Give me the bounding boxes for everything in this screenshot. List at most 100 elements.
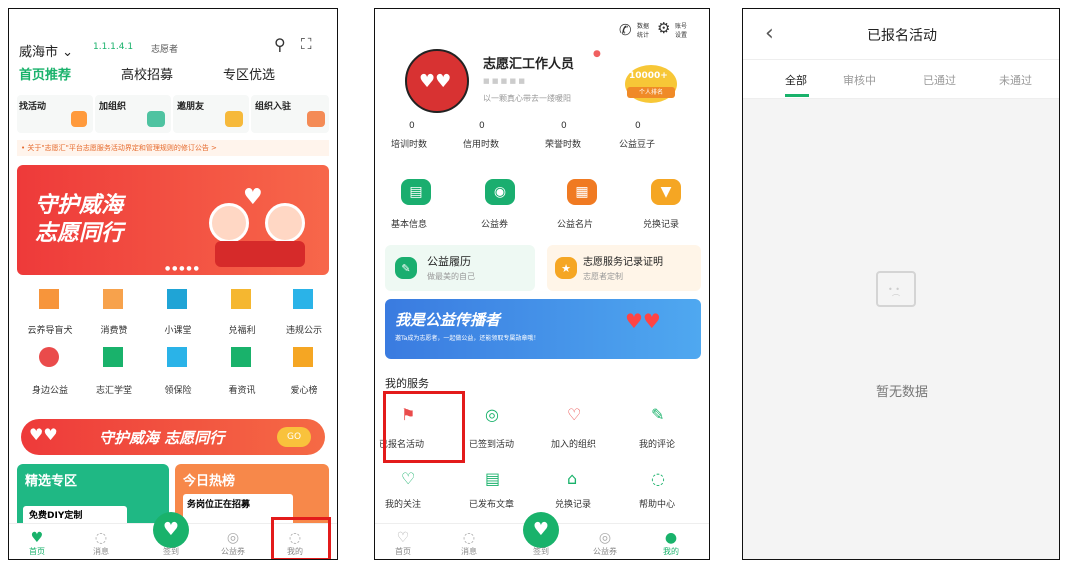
rank-icon[interactable]: [293, 347, 313, 367]
grid-label[interactable]: 小课堂: [153, 323, 203, 336]
promo-sub: 邀Ta成为志愿者，一起做公益，还能领取专属勋章哦！: [395, 335, 540, 342]
video-icon[interactable]: [167, 289, 187, 309]
stat-label[interactable]: 公益豆子: [619, 137, 655, 150]
news-icon[interactable]: [231, 347, 251, 367]
certificate-title: 志愿服务记录证明: [583, 257, 663, 268]
search-icon[interactable]: ⚲: [274, 35, 286, 54]
tab-all[interactable]: 全部: [785, 72, 807, 88]
tab-rejected[interactable]: 未通过: [999, 72, 1032, 88]
building-icon: [307, 111, 325, 127]
stat-value: 0: [635, 121, 641, 131]
home-screen: 威海市 ⌄ 1.1.1.4.1 志愿者 ⚲ ⛶ 首页推荐 高校招募 专区优选 找…: [8, 8, 338, 560]
promo-banner[interactable]: 我是公益传播者 邀Ta成为志愿者，一起做公益，还能领取专属勋章哦！ ♥♥: [385, 299, 701, 359]
nav-signin[interactable]: 签到: [151, 546, 191, 557]
heart-icon[interactable]: ♡: [567, 405, 581, 424]
grid-label[interactable]: 违规公示: [279, 323, 329, 336]
signin-heart-icon[interactable]: ♥: [523, 512, 559, 548]
featured-zone-title: 精选专区: [25, 474, 78, 489]
certificate-card[interactable]: ★ 志愿服务记录证明 志愿者定制: [547, 245, 701, 291]
dog-icon[interactable]: [39, 289, 59, 309]
service-label[interactable]: 帮助中心: [639, 497, 675, 510]
secondary-banner[interactable]: ♥♥ 守护威海 志愿同行 GO: [21, 419, 325, 455]
nav-mine[interactable]: ● 我的: [651, 530, 691, 557]
nav-coupon[interactable]: ◎ 公益券: [585, 530, 625, 557]
quick-join-org[interactable]: 加组织: [95, 95, 171, 133]
help-icon[interactable]: ◌: [651, 469, 665, 488]
rank-badge[interactable]: 10000+ 个人排名: [625, 65, 677, 103]
service-label[interactable]: 我的评论: [639, 437, 675, 450]
id-card-icon[interactable]: ▤: [401, 179, 431, 205]
nav-coupon[interactable]: ◎ 公益券: [213, 530, 253, 557]
nav-signin[interactable]: 签到: [521, 546, 561, 557]
account-settings-label[interactable]: 账号 设置: [675, 21, 695, 39]
tab-reviewing[interactable]: 审核中: [843, 72, 876, 88]
tab-college[interactable]: 高校招募: [121, 64, 173, 83]
grid-label[interactable]: 爱心榜: [279, 383, 329, 396]
data-stats-label[interactable]: 数据 统计: [637, 21, 657, 39]
nav-home[interactable]: ♥ 首页: [17, 530, 57, 557]
article-icon[interactable]: ▤: [485, 469, 500, 488]
grid-label[interactable]: 看资讯: [217, 383, 267, 396]
nav-message[interactable]: ◌ 消息: [449, 530, 489, 557]
heart-outline-icon[interactable]: ♡: [401, 469, 415, 488]
search-icon: [71, 111, 87, 127]
tool-label[interactable]: 基本信息: [391, 217, 427, 230]
avatar[interactable]: ♥♥: [405, 49, 469, 113]
bottom-nav: ♡ 首页 ◌ 消息 ♥ 签到 ◎ 公益券 ● 我的: [375, 512, 709, 559]
tool-label[interactable]: 公益名片: [557, 217, 593, 230]
resume-icon: ✎: [395, 257, 417, 279]
stat-label[interactable]: 信用时数: [463, 137, 499, 150]
grid-label[interactable]: 兑福利: [217, 323, 267, 336]
stat-label[interactable]: 荣誉时数: [545, 137, 581, 150]
grid-label[interactable]: 云养导盲犬: [25, 323, 75, 336]
service-label[interactable]: 我的关注: [385, 497, 421, 510]
notice-icon[interactable]: [293, 289, 313, 309]
grid-label[interactable]: 领保险: [153, 383, 203, 396]
tool-label[interactable]: 兑换记录: [643, 217, 679, 230]
profile-screen: ✆ 数据 统计 ⚙ 账号 设置 ♥♥ 志愿汇工作人员 ● ■ ■ ■ ■ ■ 以…: [374, 8, 710, 560]
main-banner[interactable]: 守护威海 志愿同行 ♥ ● ● ● ● ●: [17, 165, 329, 275]
location-icon[interactable]: ◎: [485, 405, 499, 424]
scan-icon[interactable]: ⛶: [301, 35, 312, 53]
empty-list-area: • • ⌒ 暂无数据: [743, 99, 1059, 559]
gift-icon[interactable]: [231, 289, 251, 309]
settings-icon[interactable]: ⚙: [657, 19, 670, 37]
service-label[interactable]: 兑换记录: [555, 497, 591, 510]
mascot-icon: ♥♥: [29, 425, 58, 444]
gift-icon[interactable]: ⌂: [567, 469, 577, 488]
notice-bar[interactable]: • 关于"志愿汇"平台志愿服务活动界定和管理规则的修订公告 >: [17, 140, 329, 156]
grid-label[interactable]: 身边公益: [25, 383, 75, 396]
heart-icon[interactable]: [39, 347, 59, 367]
chevron-down-icon: ⌄: [62, 45, 74, 60]
volunteer-mascot-icon: ♥: [205, 185, 315, 267]
service-label[interactable]: 已发布文章: [469, 497, 514, 510]
cart-icon[interactable]: ▼: [651, 179, 681, 205]
tab-home-recommend[interactable]: 首页推荐: [19, 64, 71, 83]
nav-home[interactable]: ♡ 首页: [383, 530, 423, 557]
resume-card[interactable]: ✎ 公益履历 做最美的自己: [385, 245, 535, 291]
shield-icon[interactable]: [167, 347, 187, 367]
service-label[interactable]: 已签到活动: [469, 437, 514, 450]
go-button[interactable]: GO: [277, 427, 311, 447]
grid-label[interactable]: 志汇学堂: [89, 383, 139, 396]
carousel-dots[interactable]: ● ● ● ● ●: [165, 265, 199, 272]
quick-find-activity[interactable]: 找活动: [17, 95, 93, 133]
stat-label[interactable]: 培训时数: [391, 137, 427, 150]
card-icon[interactable]: ▦: [567, 179, 597, 205]
tab-approved[interactable]: 已通过: [923, 72, 956, 88]
tab-special[interactable]: 专区优选: [223, 64, 275, 83]
edit-icon[interactable]: ✎: [651, 405, 664, 424]
phone-icon[interactable]: ✆: [619, 21, 632, 39]
quick-invite[interactable]: 邀朋友: [173, 95, 249, 133]
tool-label[interactable]: 公益券: [481, 217, 508, 230]
service-label[interactable]: 加入的组织: [551, 437, 596, 450]
signin-heart-icon[interactable]: ♥: [153, 512, 189, 548]
camera-icon[interactable]: ◉: [485, 179, 515, 205]
nav-message[interactable]: ◌ 消息: [81, 530, 121, 557]
grid-label[interactable]: 消费赞: [89, 323, 139, 336]
thumb-icon[interactable]: [103, 289, 123, 309]
school-icon[interactable]: [103, 347, 123, 367]
quick-org-join[interactable]: 组织入驻: [251, 95, 329, 133]
city-selector[interactable]: 威海市 ⌄: [19, 41, 73, 60]
stars-placeholder: ■ ■ ■ ■ ■: [483, 77, 525, 85]
